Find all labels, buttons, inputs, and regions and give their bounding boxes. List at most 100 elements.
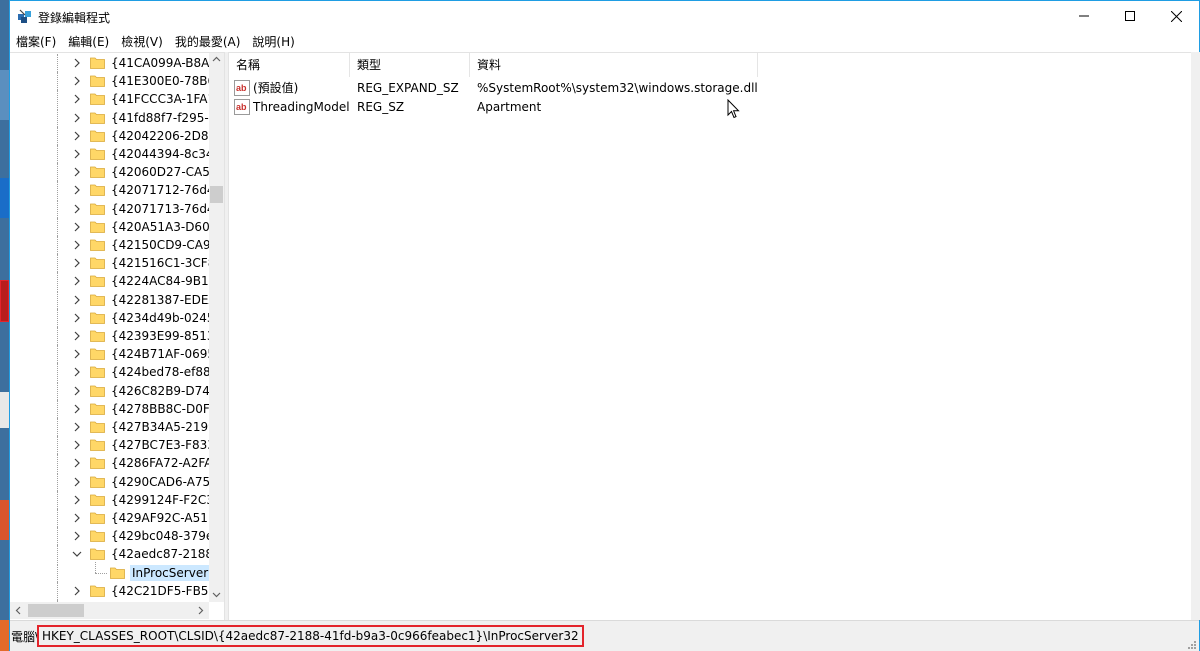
tree-item[interactable]: {421516C1-3CF8 <box>10 254 209 273</box>
tree-item[interactable]: {42071713-76d4 <box>10 199 209 218</box>
chevron-right-icon[interactable] <box>71 494 83 506</box>
tree-item[interactable]: {4278BB8C-D0FC <box>10 399 209 418</box>
tree-item[interactable]: {41E300E0-78B6- <box>10 72 209 91</box>
tree-item-label: {42aedc87-2188- <box>111 547 209 562</box>
tree-guide-line <box>57 254 58 273</box>
tree-item[interactable]: {42060D27-CA53 <box>10 163 209 182</box>
tree-item[interactable]: {42044394-8c34- <box>10 145 209 163</box>
menu-edit[interactable]: 編輯(E) <box>62 32 115 52</box>
tree-item[interactable]: {4299124F-F2C3- <box>10 490 209 509</box>
tree-item-child[interactable]: InProcServer3 <box>10 561 209 582</box>
menu-file[interactable]: 檔案(F) <box>10 32 62 52</box>
chevron-right-icon[interactable] <box>71 330 83 342</box>
scroll-down-icon[interactable] <box>212 590 221 599</box>
chevron-right-icon[interactable] <box>71 166 83 178</box>
tree-item-label: {4278BB8C-D0FC <box>111 401 209 416</box>
tree-item[interactable]: {429AF92C-A51F <box>10 509 209 527</box>
tree-item[interactable]: {41fd88f7-f295-4 <box>10 108 209 127</box>
chevron-right-icon[interactable] <box>71 275 83 287</box>
value-list-pane[interactable]: 名稱 類型 資料 ab (預設值) REG_EXPAND_SZ %SystemR… <box>229 52 1191 620</box>
column-header-data[interactable]: 資料 <box>470 53 758 77</box>
value-row[interactable]: ab (預設值) REG_EXPAND_SZ %SystemRoot%\syst… <box>229 79 1191 98</box>
tree-vertical-scrollbar[interactable] <box>209 53 224 602</box>
menu-view[interactable]: 檢視(V) <box>115 32 169 52</box>
tree-horizontal-scroll-thumb[interactable] <box>28 604 84 617</box>
tree-item[interactable]: {426C82B9-D74C <box>10 381 209 400</box>
tree-item[interactable]: {42aedc87-2188- <box>10 545 209 564</box>
chevron-right-icon[interactable] <box>71 439 83 451</box>
chevron-right-icon[interactable] <box>71 203 83 215</box>
scroll-left-icon[interactable] <box>14 606 23 615</box>
chevron-right-icon[interactable] <box>71 130 83 142</box>
tree-item[interactable]: {424B71AF-0695- <box>10 345 209 364</box>
tree-item-label: {421516C1-3CF8 <box>111 256 209 271</box>
tree-item[interactable]: {427BC7E3-F833- <box>10 436 209 455</box>
chevron-right-icon[interactable] <box>71 403 83 415</box>
key-tree-pane[interactable]: {41CA099A-B8AF {41E300E0-78B6- {41FCCC3A-1… <box>10 52 224 620</box>
tree-item[interactable]: {424bed78-ef88- <box>10 363 209 382</box>
scroll-up-icon[interactable] <box>212 55 221 64</box>
chevron-right-icon[interactable] <box>71 385 83 397</box>
chevron-right-icon[interactable] <box>71 348 83 360</box>
tree-item[interactable]: {42042206-2D85 <box>10 126 209 145</box>
resize-grip-icon[interactable] <box>1185 638 1197 650</box>
chevron-right-icon[interactable] <box>71 148 83 160</box>
chevron-right-icon[interactable] <box>71 57 83 69</box>
chevron-right-icon[interactable] <box>71 294 83 306</box>
tree-guide-line <box>57 527 58 546</box>
tree-item[interactable]: {42C21DF5-FB58 <box>10 581 209 600</box>
tree-guide-line <box>57 236 58 254</box>
close-button[interactable] <box>1153 1 1199 31</box>
chevron-right-icon[interactable] <box>71 257 83 269</box>
tree-item[interactable]: {41CA099A-B8AF <box>10 54 209 72</box>
menu-favorites[interactable]: 我的最愛(A) <box>169 32 247 52</box>
chevron-right-icon[interactable] <box>71 585 83 597</box>
tree-item-label: {4224AC84-9B11 <box>111 274 209 289</box>
menu-help[interactable]: 說明(H) <box>246 32 300 52</box>
tree-item[interactable]: {42281387-EDEA <box>10 290 209 309</box>
tree-item[interactable]: {42393E99-8513- <box>10 327 209 345</box>
tree-item[interactable]: {42071712-76d4 <box>10 181 209 200</box>
tree-guide-line <box>57 181 58 200</box>
chevron-right-icon[interactable] <box>71 512 83 524</box>
tree-item-label: {41CA099A-B8AF <box>111 56 209 70</box>
value-row[interactable]: ab ThreadingModel REG_SZ Apartment <box>229 98 1191 117</box>
tree-item[interactable]: {4286FA72-A2FA <box>10 454 209 473</box>
scroll-right-icon[interactable] <box>196 606 205 615</box>
folder-icon <box>90 330 105 342</box>
tree-item-label: {42393E99-8513- <box>111 329 209 343</box>
column-header-type[interactable]: 類型 <box>350 53 470 77</box>
chevron-right-icon[interactable] <box>71 366 83 378</box>
chevron-right-icon[interactable] <box>71 476 83 488</box>
minimize-button[interactable] <box>1061 1 1107 31</box>
list-vertical-scrollbar[interactable] <box>1191 52 1200 620</box>
chevron-down-icon[interactable] <box>71 548 83 560</box>
chevron-right-icon[interactable] <box>71 421 83 433</box>
folder-icon <box>110 567 125 579</box>
status-path[interactable]: HKEY_CLASSES_ROOT\CLSID\{42aedc87-2188-4… <box>37 625 584 647</box>
column-header-name[interactable]: 名稱 <box>229 53 350 77</box>
tree-item[interactable]: {42150CD9-CA9A <box>10 236 209 254</box>
tree-item[interactable]: {427B34A5-2199 <box>10 418 209 436</box>
chevron-right-icon[interactable] <box>71 221 83 233</box>
tree-guide-line <box>57 454 58 473</box>
title-bar[interactable]: 登錄編輯程式 <box>10 1 1199 32</box>
chevron-right-icon[interactable] <box>71 530 83 542</box>
tree-item[interactable]: {420A51A3-D605 <box>10 217 209 236</box>
tree-item[interactable]: {4290CAD6-A75D <box>10 472 209 491</box>
chevron-right-icon[interactable] <box>71 93 83 105</box>
maximize-button[interactable] <box>1107 1 1153 31</box>
tree-item[interactable]: {41FCCC3A-1FA1 <box>10 90 209 109</box>
tree-item[interactable]: {4224AC84-9B11 <box>10 272 209 291</box>
tree-item[interactable]: {429bc048-379e- <box>10 527 209 546</box>
tree-vertical-scroll-thumb[interactable] <box>210 186 223 203</box>
tree-horizontal-scrollbar[interactable] <box>10 602 209 619</box>
chevron-right-icon[interactable] <box>71 239 83 251</box>
maximize-icon <box>1125 11 1135 21</box>
chevron-right-icon[interactable] <box>71 184 83 196</box>
tree-item[interactable]: {4234d49b-0245 <box>10 308 209 327</box>
chevron-right-icon[interactable] <box>71 312 83 324</box>
chevron-right-icon[interactable] <box>71 457 83 469</box>
chevron-right-icon[interactable] <box>71 75 83 87</box>
chevron-right-icon[interactable] <box>71 112 83 124</box>
